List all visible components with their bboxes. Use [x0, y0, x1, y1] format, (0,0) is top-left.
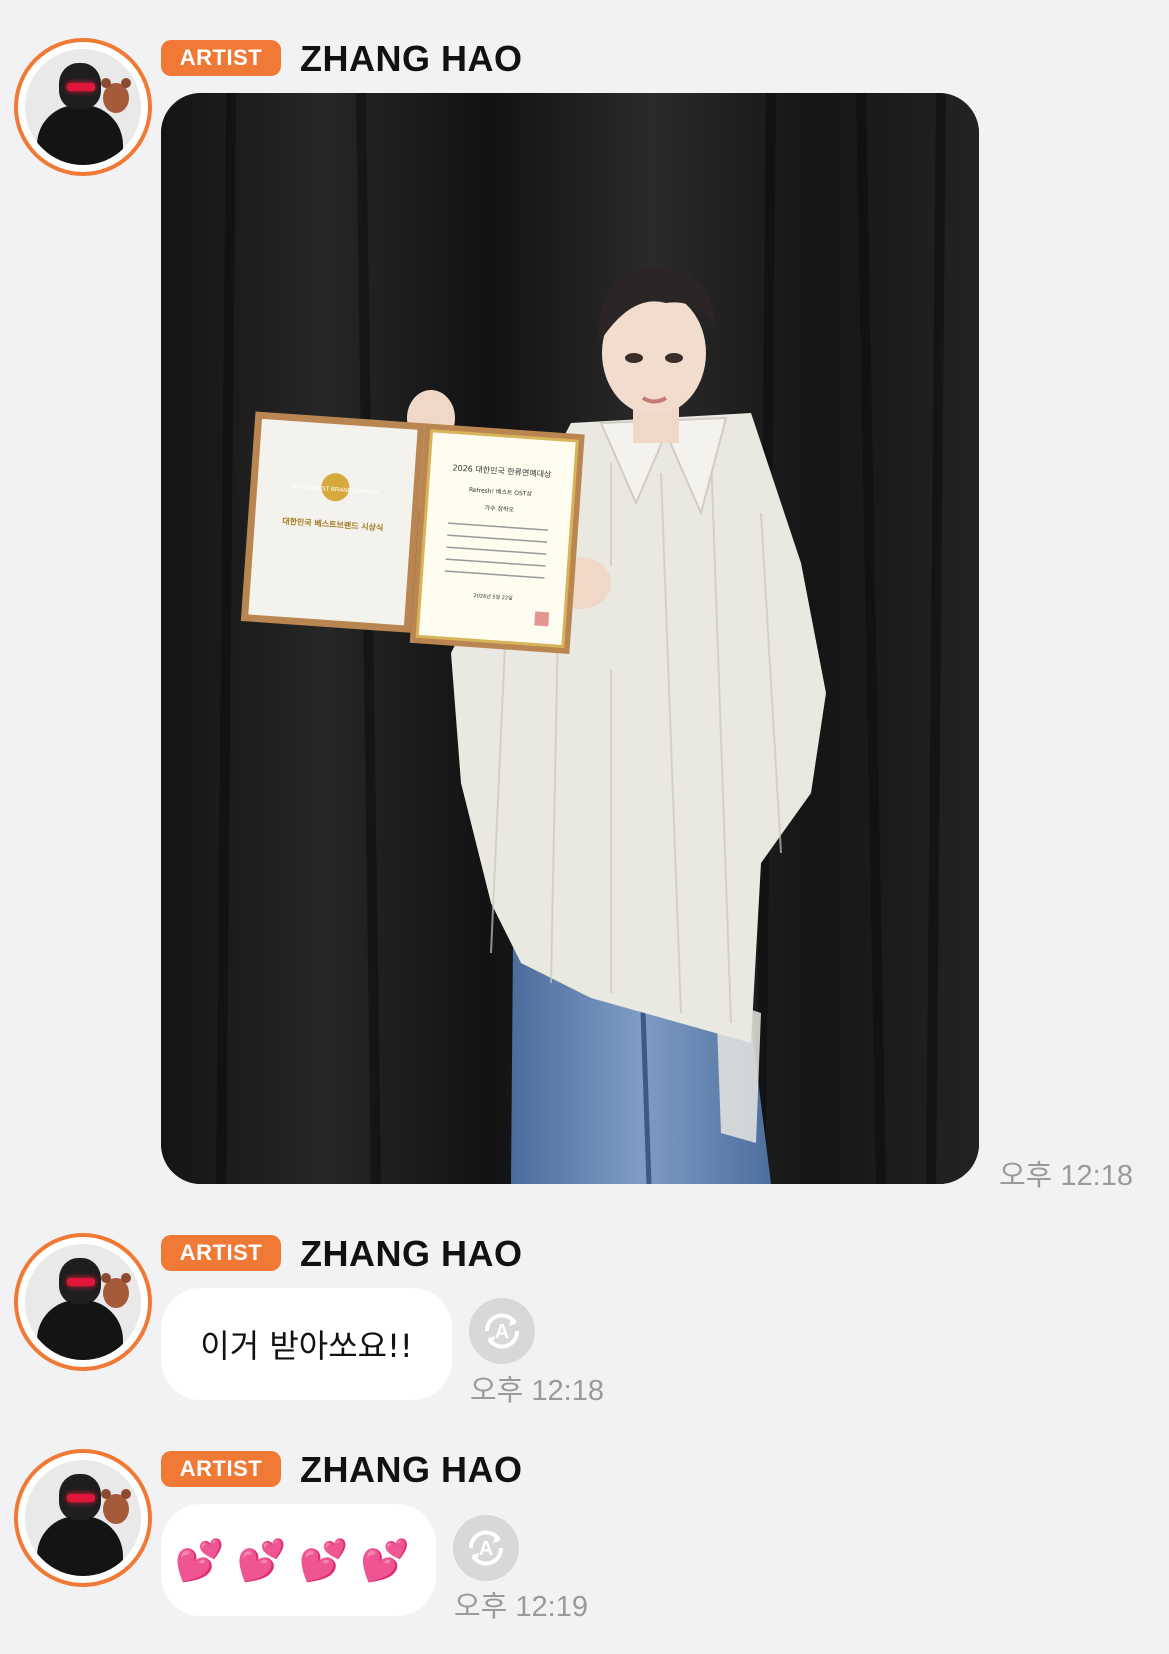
author-name: ZHANG HAO [300, 1449, 523, 1490]
artist-badge: ARTIST [161, 40, 281, 76]
photo-illustration: KOREA BEST BRAND AWARDS 대한민국 베스트브랜드 시상식 … [161, 93, 979, 1184]
translate-button[interactable]: A [453, 1515, 519, 1581]
author-name: ZHANG HAO [300, 38, 523, 79]
timestamp: 오후 12:18 [470, 1375, 604, 1407]
svg-text:A: A [479, 1538, 493, 1560]
avatar[interactable] [14, 1449, 152, 1587]
translate-icon: A [484, 1313, 520, 1349]
avatar-image [25, 1460, 141, 1576]
avatar[interactable] [14, 1233, 152, 1371]
avatar-image [25, 1244, 141, 1360]
author-name: ZHANG HAO [300, 1233, 523, 1274]
timestamp: 오후 12:18 [999, 1160, 1133, 1192]
message-bubble[interactable]: 💕💕💕💕 [161, 1504, 436, 1616]
message-bubble[interactable]: 이거 받아쏘요!! [161, 1288, 452, 1400]
artist-badge: ARTIST [161, 1451, 281, 1487]
svg-text:A: A [495, 1321, 509, 1343]
avatar[interactable] [14, 38, 152, 176]
avatar-image [25, 49, 141, 165]
timestamp: 오후 12:19 [454, 1591, 588, 1623]
translate-icon: A [468, 1530, 504, 1566]
translate-button[interactable]: A [469, 1298, 535, 1364]
message-photo[interactable]: KOREA BEST BRAND AWARDS 대한민국 베스트브랜드 시상식 … [161, 93, 979, 1184]
artist-badge: ARTIST [161, 1235, 281, 1271]
